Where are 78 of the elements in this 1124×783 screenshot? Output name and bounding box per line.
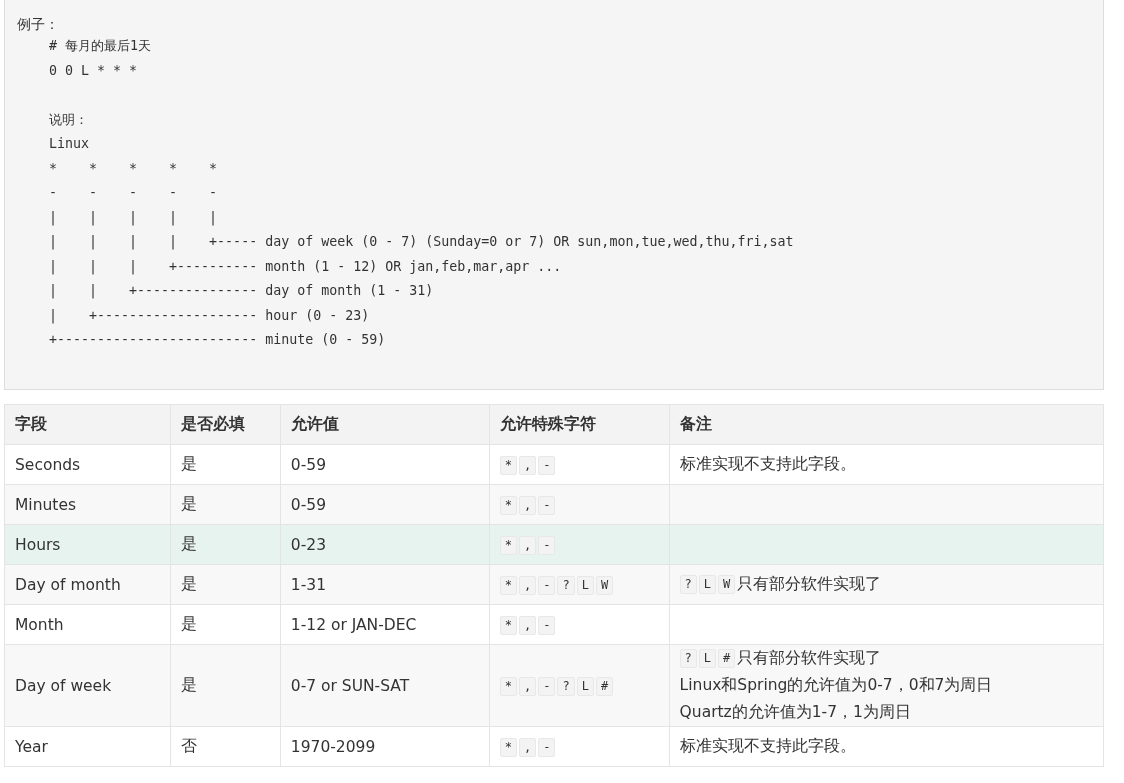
code-chip: ? — [557, 575, 575, 595]
code-chip: L — [576, 575, 594, 595]
code-chip: L — [698, 575, 717, 594]
table-cell: 是 — [170, 524, 281, 565]
code-line: # 每月的最后1天 — [49, 37, 152, 55]
code-chip: ? — [679, 649, 697, 668]
table-cell: Day of month — [4, 564, 171, 605]
table-cell: 是 — [170, 564, 281, 605]
code-line: * * * * * — [49, 159, 218, 178]
code-chip: - — [538, 535, 556, 555]
table-cell: 是 — [170, 484, 281, 525]
code-chip: - — [538, 737, 556, 757]
code-chip: * — [499, 575, 517, 595]
note-text: Quartz的允许值为1-7，1为周日 — [679, 702, 911, 723]
code-line: Linux — [49, 135, 90, 153]
code-line: | | | | | — [49, 208, 218, 228]
code-chip: * — [499, 615, 517, 635]
column-header: 备注 — [669, 404, 1104, 445]
column-header: 允许特殊字符 — [489, 404, 670, 445]
table-cell: 1970-2099 — [280, 726, 490, 767]
code-chip: - — [538, 615, 556, 635]
code-line: | | | | +----- day of week (0 - 7) (Sunday=0 or 7) OR sun,mon,tue,wed,thu,fri,sat — [49, 233, 794, 252]
code-chip: , — [518, 737, 537, 757]
table-cell: 是 — [170, 604, 281, 645]
code-chip: # — [595, 676, 614, 696]
code-chip: , — [518, 575, 537, 595]
table-cell: Year — [4, 726, 171, 767]
code-chip: * — [499, 495, 517, 515]
table-cell: 是 — [170, 444, 281, 485]
code-chip: - — [538, 676, 556, 696]
code-chip: , — [518, 455, 537, 475]
code-line: | | +--------------- day of month (1 - 31) — [49, 282, 434, 301]
code-line: 说明： — [49, 110, 88, 129]
code-chip: W — [718, 575, 736, 594]
code-chip: W — [595, 575, 614, 595]
code-line: 0 0 L * * * — [49, 61, 138, 80]
note-text: 只有部分软件实现了 — [737, 648, 882, 669]
code-chip: ? — [679, 575, 697, 594]
code-chip: , — [518, 676, 537, 696]
code-line: +------------------------- minute (0 - 59) — [49, 331, 386, 349]
code-chip: - — [538, 455, 556, 475]
table-cell: Seconds — [4, 444, 171, 485]
table-cell: Minutes — [4, 484, 171, 525]
code-line: - - - - - — [49, 184, 218, 202]
code-chip: L — [698, 649, 717, 668]
table-cell: 0-59 — [280, 484, 490, 525]
code-line: | | | +---------- month (1 - 12) OR jan,feb,mar,apr ... — [49, 257, 562, 277]
code-chip: * — [499, 676, 517, 696]
table-cell: 1-12 or JAN-DEC — [280, 604, 490, 645]
code-chip: - — [538, 575, 556, 595]
code-chip: , — [518, 615, 537, 635]
code-chip: , — [518, 535, 537, 555]
code-line: | +-------------------- hour (0 - 23) — [49, 306, 370, 326]
table-cell: 是 — [170, 644, 281, 727]
column-header: 字段 — [4, 404, 171, 445]
table-cell: 0-23 — [280, 524, 490, 565]
code-chip: * — [499, 455, 517, 475]
table-cell: 否 — [170, 726, 281, 767]
code-chip: # — [718, 649, 736, 668]
note-text: Linux和Spring的允许值为0-7，0和7为周日 — [679, 675, 993, 696]
note-text: 标准实现不支持此字段。 — [679, 454, 856, 475]
column-header: 允许值 — [280, 404, 490, 445]
column-header: 是否必填 — [170, 404, 281, 445]
code-chip: ? — [557, 676, 575, 696]
code-chip: * — [499, 737, 517, 757]
note-text: 标准实现不支持此字段。 — [679, 736, 856, 757]
table-cell: 0-7 or SUN-SAT — [280, 644, 490, 727]
code-chip: * — [499, 535, 517, 555]
table-cell: Hours — [4, 524, 171, 565]
table-cell: 1-31 — [280, 564, 490, 605]
table-cell: 0-59 — [280, 444, 490, 485]
code-chip: - — [538, 495, 556, 515]
code-chip: , — [518, 495, 537, 515]
table-cell: Day of week — [4, 644, 171, 727]
table-cell: Month — [4, 604, 171, 645]
example-label: 例子： — [17, 15, 59, 34]
code-chip: L — [576, 676, 594, 696]
note-text: 只有部分软件实现了 — [737, 574, 882, 595]
